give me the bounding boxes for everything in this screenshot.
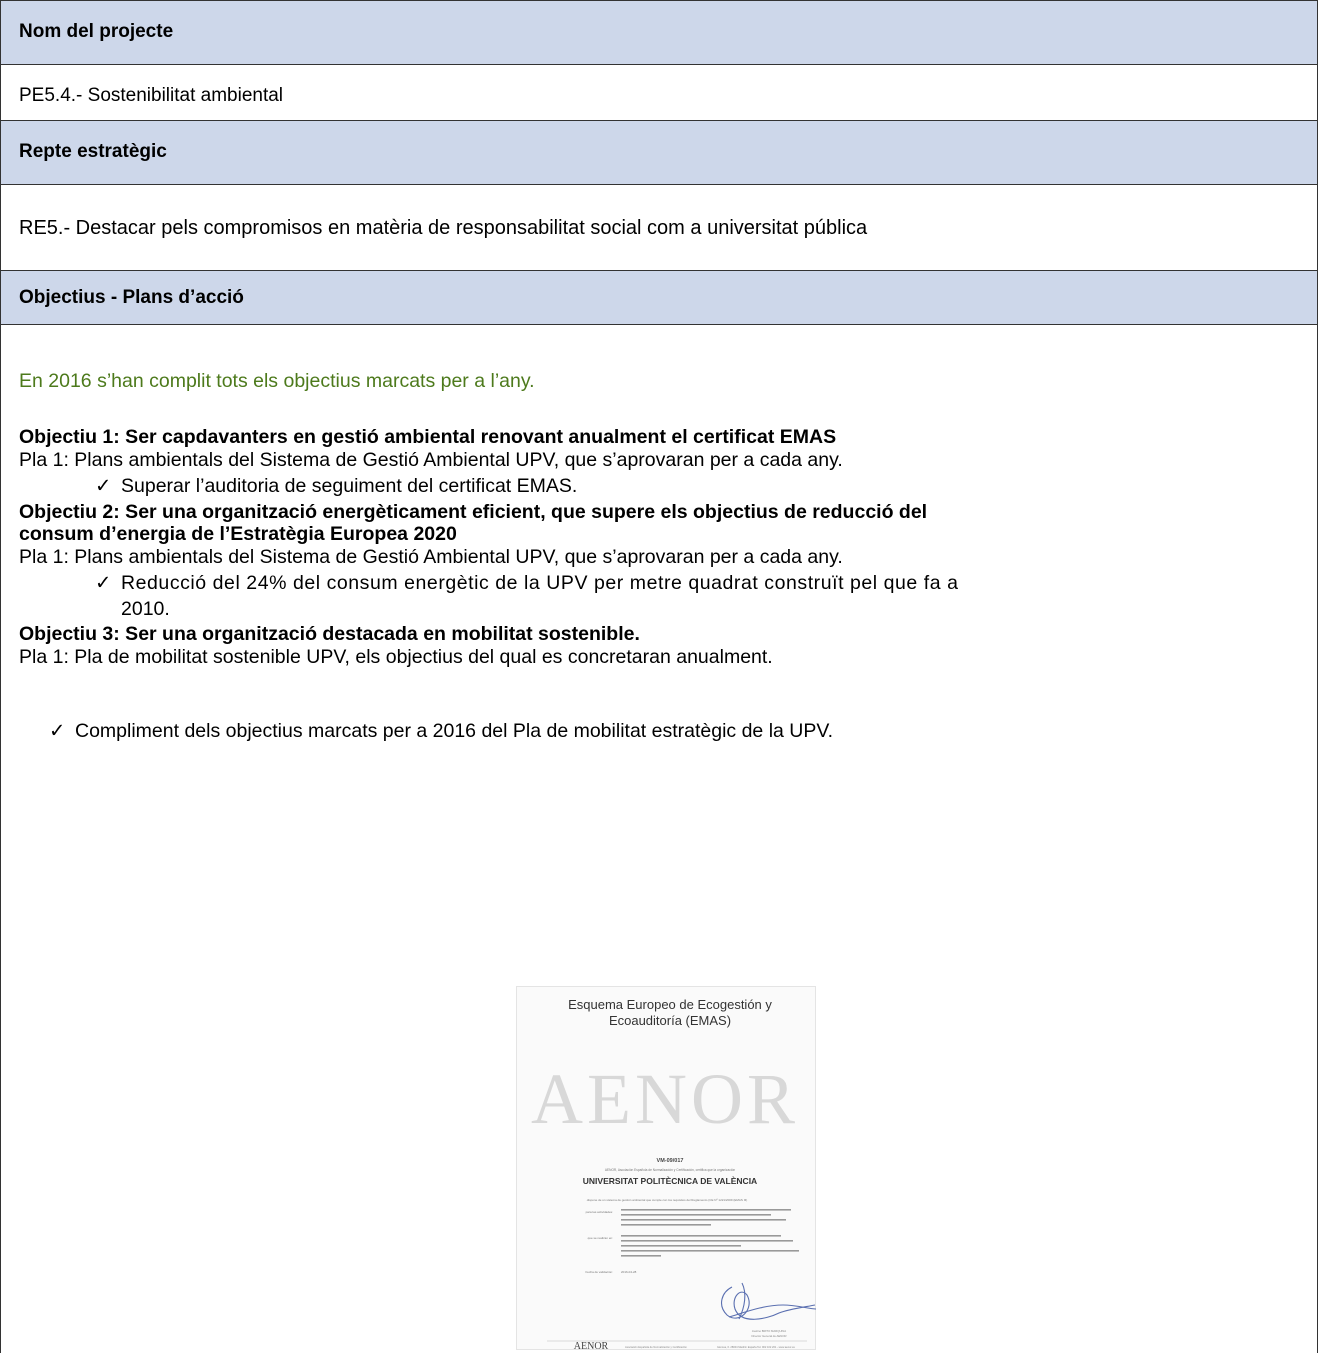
checkmark-icon: ✓ bbox=[49, 720, 66, 742]
objective-1-title: Objectiu 1: Ser capdavanters en gestió a… bbox=[19, 426, 837, 448]
certificate-activities-lines bbox=[621, 1209, 791, 1226]
certificate-footer-address: Génova, 6. 28004 Madrid. España Tel. 902… bbox=[717, 1345, 796, 1349]
certificate-title-line2: Ecoauditoría (EMAS) bbox=[609, 1013, 731, 1028]
objective-3-item-text: Compliment dels objectius marcats per a … bbox=[75, 720, 834, 742]
strategic-challenge-value-row: RE5.- Destacar pels compromisos en matèr… bbox=[1, 185, 1317, 271]
objective-3-title: Objectiu 3: Ser una organització destaca… bbox=[19, 623, 640, 645]
certificate-org-intro: AENOR, Asociación Española de Normalizac… bbox=[605, 1168, 735, 1172]
certificate-sites-label: que se realizan en: bbox=[588, 1236, 614, 1240]
project-name-value-row: PE5.4.- Sostenibilitat ambiental bbox=[1, 65, 1317, 121]
objective-2-item-text: Reducció del 24% del consum energètic de… bbox=[121, 572, 959, 594]
objectives-header-row: Objectius - Plans d’acció bbox=[1, 271, 1317, 325]
certificate-code: VM-09/017 bbox=[657, 1158, 684, 1164]
certificate-activities-label: para las actividades: bbox=[586, 1210, 614, 1214]
objective-2-item-line1: ✓ Reducció del 24% del consum energètic d… bbox=[95, 572, 1307, 595]
objective-3-plan: Pla 1: Pla de mobilitat sostenible UPV, … bbox=[19, 646, 773, 668]
certificate-signer-role: Director General de AENOR bbox=[752, 1334, 787, 1338]
objective-3-item: ✓ Compliment dels objectius marcats per a… bbox=[49, 720, 833, 743]
strategic-challenge-value: RE5.- Destacar pels compromisos en matèr… bbox=[19, 217, 868, 239]
certificate-graphic: Esquema Europeo de Ecogestión y Ecoaudit… bbox=[531, 997, 817, 1352]
certificate-scope-intro: dispone de un sistema de gestión ambient… bbox=[587, 1198, 748, 1202]
strategic-challenge-header: Repte estratègic bbox=[19, 141, 167, 162]
certificate-footer-assoc: Asociación Española de Normalización y C… bbox=[625, 1345, 687, 1349]
certificate-sites-lines bbox=[621, 1235, 799, 1257]
certificate-title-line1: Esquema Europeo de Ecogestión y bbox=[568, 997, 772, 1012]
objective-1-item-text: Superar l’auditoria de seguiment del cer… bbox=[121, 475, 578, 497]
objective-1-plan: Pla 1: Plans ambientals del Sistema de G… bbox=[19, 449, 843, 471]
checkmark-icon: ✓ bbox=[95, 475, 112, 497]
aenor-watermark: AENOR bbox=[531, 1059, 799, 1139]
signature-graphic bbox=[721, 1282, 817, 1320]
checkmark-icon: ✓ bbox=[95, 572, 112, 594]
project-name-header-row: Nom del projecte bbox=[1, 1, 1317, 65]
objective-2-item-line2: 2010. bbox=[121, 598, 170, 620]
project-name-header: Nom del projecte bbox=[19, 21, 174, 42]
certificate-org-name: UNIVERSITAT POLITÈCNICA DE VALÈNCIA bbox=[583, 1176, 757, 1186]
emas-certificate-image: Esquema Europeo de Ecogestión y Ecoaudit… bbox=[516, 986, 817, 1352]
objectives-header: Objectius - Plans d’acció bbox=[19, 287, 244, 308]
objective-1-item: ✓ Superar l’auditoria de seguiment del ce… bbox=[95, 475, 577, 498]
certificate-validation-date: 2016-04-28 bbox=[621, 1270, 637, 1274]
objective-2-title-line2: consum d’energia de l’Estratègia Europea… bbox=[19, 523, 457, 545]
objective-2-plan: Pla 1: Plans ambientals del Sistema de G… bbox=[19, 546, 843, 568]
objective-2-title-line1: Objectiu 2: Ser una organització energèt… bbox=[19, 501, 928, 523]
certificate-footer-logo: AENOR bbox=[574, 1341, 609, 1351]
document-page: Nom del projecte PE5.4.- Sostenibilitat … bbox=[0, 0, 1320, 1353]
objectives-intro: En 2016 s’han complit tots els objectius… bbox=[19, 370, 535, 392]
project-name-value: PE5.4.- Sostenibilitat ambiental bbox=[19, 85, 284, 106]
strategic-challenge-header-row: Repte estratègic bbox=[1, 121, 1317, 185]
certificate-validation-label: Fecha de validación: bbox=[585, 1270, 613, 1274]
certificate-signer: Avelino BRITO MARQUINA bbox=[752, 1329, 786, 1333]
